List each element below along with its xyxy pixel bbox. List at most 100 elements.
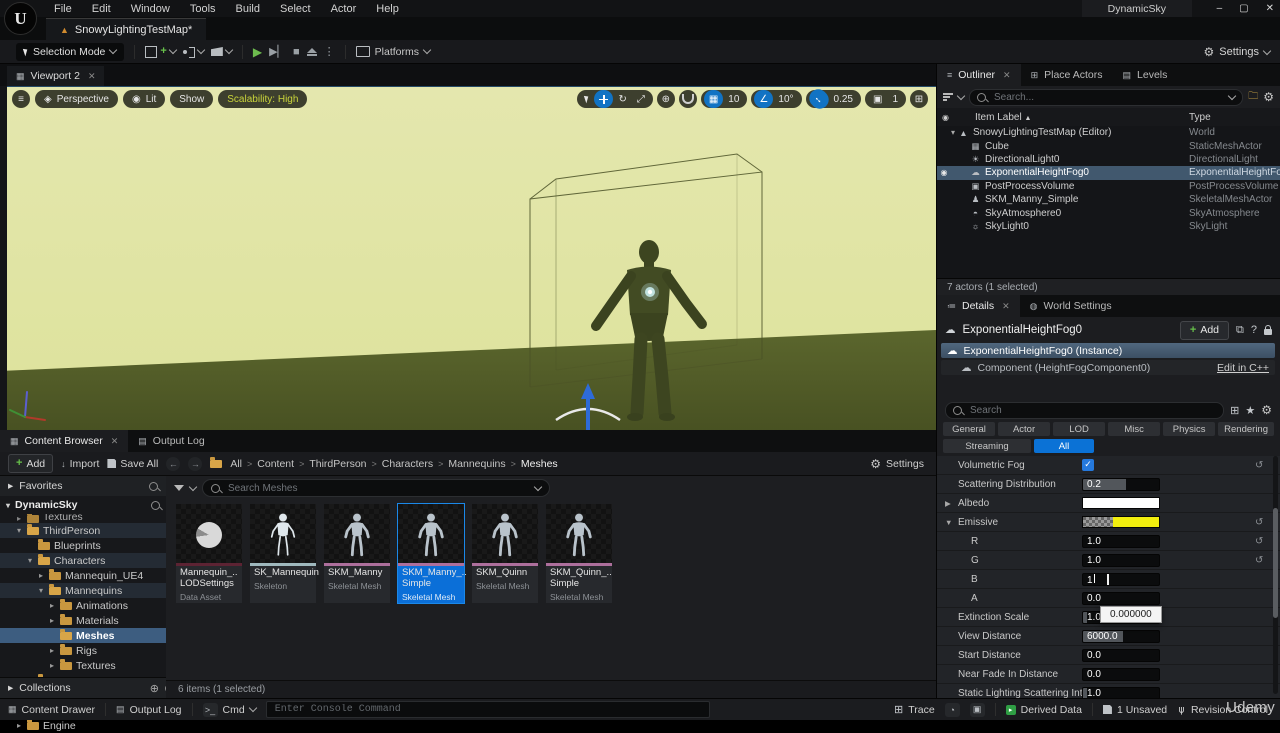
menu-edit[interactable]: Edit (82, 3, 121, 15)
selection-mode-dropdown[interactable]: Selection Mode (16, 43, 124, 61)
add-collection-icon[interactable]: ⊕ (150, 682, 159, 695)
menu-help[interactable]: Help (366, 3, 409, 15)
filter-chip-misc[interactable]: Misc (1108, 422, 1160, 436)
lock-icon[interactable] (1264, 329, 1272, 335)
tab-levels[interactable]: ▤ Levels (1113, 64, 1178, 86)
value-field[interactable]: 1 (1082, 573, 1160, 586)
rotate-tool[interactable]: ↻ (613, 90, 631, 108)
scalability-warning[interactable]: Scalability: High (218, 90, 307, 108)
add-component-button[interactable]: +Add (1180, 321, 1229, 340)
platforms-dropdown[interactable]: Platforms (356, 46, 430, 58)
asset-tile-skmmanny[interactable]: SKM_MannySkeletal Mesh (324, 504, 390, 603)
outliner-search[interactable] (969, 89, 1243, 106)
menu-window[interactable]: Window (121, 3, 180, 15)
viewport-tab[interactable]: ▦ Viewport 2 ✕ (7, 66, 104, 86)
tree-item-meshes[interactable]: Meshes (0, 628, 166, 643)
slider-field[interactable]: 0.2 (1082, 478, 1160, 491)
import-button[interactable]: ↓Import (61, 458, 99, 470)
world-local-toggle[interactable]: ⊕ (657, 90, 675, 108)
tab-output-log[interactable]: ▤ Output Log (128, 430, 214, 452)
outliner-row[interactable]: ▾▲SnowyLightingTestMap (Editor)World (937, 126, 1280, 139)
breadcrumb-item[interactable]: Characters (382, 458, 433, 470)
tree-item-characters[interactable]: ▾Characters (0, 553, 166, 568)
scale-snap-value[interactable]: 0.25 (829, 90, 858, 108)
breadcrumb-item[interactable]: Meshes (521, 458, 558, 470)
perspective-dropdown[interactable]: ◈Perspective (35, 90, 118, 108)
value-field[interactable]: 0.0 (1082, 668, 1160, 681)
outliner-row[interactable]: ♟SKM_Manny_SimpleSkeletalMeshActor (937, 193, 1280, 206)
asset-tile-mannequin[interactable]: Mannequin_..LODSettingsData Asset (176, 504, 242, 603)
chevron-down-icon[interactable] (957, 91, 965, 99)
property-value[interactable] (1082, 516, 1160, 529)
output-log-button[interactable]: ▤Output Log (116, 704, 181, 716)
tab-place-actors[interactable]: ⊞ Place Actors (1021, 64, 1113, 86)
scale-snap-control[interactable]: ↔ 0.25 (806, 90, 861, 108)
rotation-snap-control[interactable]: ∠ 10° (751, 90, 801, 108)
property-value[interactable]: 0.00.000000 (1082, 592, 1160, 605)
close-icon[interactable]: ✕ (111, 436, 119, 447)
property-value[interactable]: 1 (1082, 573, 1160, 586)
property-value[interactable]: 0.2 (1082, 478, 1160, 491)
breadcrumb-item[interactable]: All (230, 458, 242, 470)
tree-item-materials[interactable]: ▸Materials (0, 613, 166, 628)
level-tab[interactable]: ▲ SnowyLightingTestMap* (46, 18, 206, 41)
favorites-star-icon[interactable]: ★ (1245, 404, 1255, 417)
help-icon[interactable]: ? (1251, 324, 1257, 336)
filter-chip-actor[interactable]: Actor (998, 422, 1050, 436)
play-options-icon[interactable]: ⋮ (324, 45, 335, 58)
tree-root-dynamicsky[interactable]: ▾ DynamicSky (0, 496, 166, 514)
filter-icon[interactable] (174, 485, 184, 491)
back-button[interactable]: ← (166, 457, 180, 471)
view-mode-dropdown[interactable]: ◉Lit (123, 90, 165, 108)
chevron-down-icon[interactable] (1228, 91, 1236, 99)
filter-chip-all[interactable]: All (1034, 439, 1094, 453)
console-input[interactable] (273, 703, 703, 716)
chevron-right-icon[interactable]: ▶ (945, 499, 951, 508)
content-browser-settings[interactable]: ⚙ Settings (870, 452, 924, 476)
search-icon[interactable] (149, 482, 158, 491)
asset-tile-skmmanny[interactable]: SKM_Manny_..SimpleSkeletal Mesh (398, 504, 464, 603)
asset-search[interactable] (202, 479, 550, 497)
color-swatch-emissive[interactable] (1082, 516, 1160, 528)
filter-chip-general[interactable]: General (943, 422, 995, 436)
search-icon[interactable] (151, 501, 160, 510)
property-value[interactable]: ✓ (1082, 459, 1095, 472)
edit-in-cpp-link[interactable]: Edit in C++ (1217, 362, 1269, 374)
tree-item-mannequin_ue4[interactable]: ▸Mannequin_UE4 (0, 568, 166, 583)
slider-field[interactable]: 6000.0 (1082, 630, 1160, 643)
display-options-icon[interactable]: ⊞ (1230, 404, 1239, 417)
reset-to-default-icon[interactable]: ↺ (1255, 460, 1263, 471)
tree-item-engine[interactable]: ▸Engine (0, 718, 166, 733)
tree-item-blueprints[interactable]: Blueprints (0, 538, 166, 553)
tab-content-browser[interactable]: ▦ Content Browser ✕ (0, 430, 128, 452)
rotation-snap-value[interactable]: 10° (773, 90, 798, 108)
outliner-row[interactable]: ☼SkyLight0SkyLight (937, 220, 1280, 233)
console-command-input[interactable] (266, 701, 710, 718)
minimize-icon[interactable]: – (1217, 3, 1223, 14)
viewport-3d[interactable] (0, 86, 936, 431)
tab-world-settings[interactable]: ◍ World Settings (1020, 295, 1122, 317)
outliner-row[interactable]: ▣PostProcessVolumePostProcessVolume (937, 180, 1280, 193)
menu-file[interactable]: File (44, 3, 82, 15)
reset-to-default-icon[interactable]: ↺ (1255, 536, 1263, 547)
menu-tools[interactable]: Tools (180, 3, 226, 15)
cmd-dropdown[interactable]: >_Cmd (203, 703, 256, 717)
scale-tool[interactable]: ⤢ (632, 90, 650, 108)
new-folder-icon[interactable]: 🗀 (1248, 89, 1258, 106)
tree-item-mannequins[interactable]: ▾Mannequins (0, 583, 166, 598)
breadcrumb-item[interactable]: ThirdPerson (309, 458, 366, 470)
component-instance-row[interactable]: ☁ ExponentialHeightFog0 (Instance) (941, 343, 1275, 358)
grid-snap-value[interactable]: 10 (723, 90, 744, 108)
scrollbar[interactable] (1273, 456, 1278, 694)
gear-icon[interactable]: ⚙ (1263, 90, 1274, 104)
derived-data-button[interactable]: ▸Derived Data (1006, 704, 1082, 716)
unsaved-button[interactable]: 1 Unsaved (1103, 704, 1167, 716)
menu-select[interactable]: Select (270, 3, 321, 15)
viewport-options-menu[interactable]: ≡ (12, 90, 30, 108)
maximize-viewport-button[interactable]: ⊞ (910, 90, 928, 108)
close-icon[interactable]: ✕ (1266, 3, 1274, 14)
filter-chip-streaming[interactable]: Streaming (943, 439, 1031, 453)
gear-icon[interactable]: ⚙ (1261, 403, 1272, 417)
chevron-down-icon[interactable]: ▼ (945, 518, 952, 527)
stop-button[interactable]: ■ (293, 46, 300, 58)
